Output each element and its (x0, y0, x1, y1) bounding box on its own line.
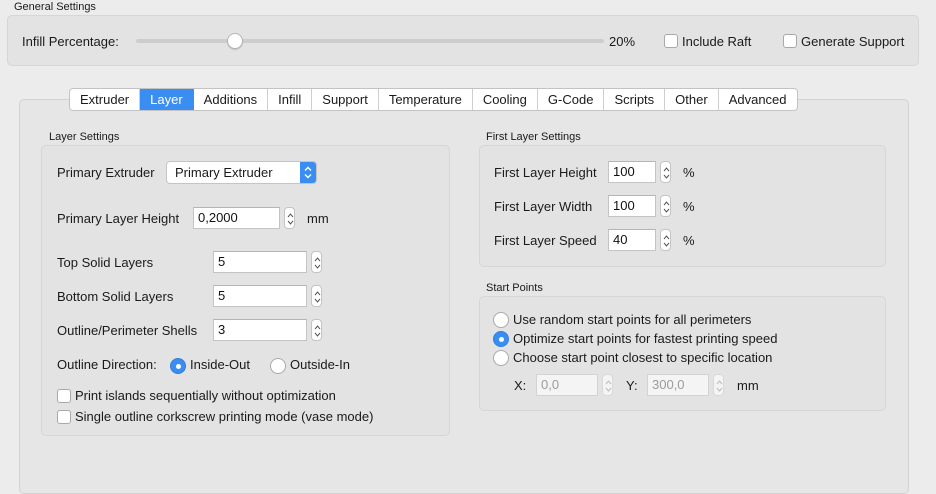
general-settings-title: General Settings (14, 1, 96, 13)
primary-extruder-label: Primary Extruder (57, 165, 155, 180)
tab-bar: Extruder Layer Additions Infill Support … (69, 88, 798, 111)
first-layer-speed-unit: % (683, 233, 695, 248)
bottom-solid-layers-input[interactable]: 5 (213, 285, 307, 307)
primary-layer-height-label: Primary Layer Height (57, 211, 180, 226)
outline-direction-label: Outline Direction: (57, 357, 157, 372)
outside-in-label: Outside-In (290, 357, 350, 372)
x-label: X: (514, 378, 527, 393)
top-solid-layers-input[interactable]: 5 (213, 251, 307, 273)
infill-slider-track[interactable] (136, 39, 604, 43)
top-solid-layers-stepper[interactable] (311, 251, 322, 273)
layer-settings-title: Layer Settings (49, 131, 120, 143)
tab-other[interactable]: Other (665, 89, 719, 110)
tab-gcode[interactable]: G-Code (538, 89, 605, 110)
first-layer-width-label: First Layer Width (494, 199, 593, 214)
tab-infill[interactable]: Infill (268, 89, 313, 110)
inside-out-label: Inside-Out (190, 357, 250, 372)
include-raft-checkbox[interactable] (664, 34, 678, 48)
tab-cooling[interactable]: Cooling (473, 89, 538, 110)
primary-layer-height-stepper[interactable] (284, 207, 295, 229)
infill-percentage-label: Infill Percentage: (22, 34, 119, 49)
closest-start-radio[interactable] (493, 350, 509, 366)
primary-layer-height-unit: mm (307, 211, 329, 226)
primary-extruder-select-value: Primary Extruder (175, 165, 273, 180)
closest-start-label: Choose start point closest to specific l… (513, 350, 773, 365)
first-layer-width-input[interactable]: 100 (608, 195, 656, 217)
tab-additions[interactable]: Additions (194, 89, 269, 110)
first-layer-width-unit: % (683, 199, 695, 214)
random-start-label: Use random start points for all perimete… (513, 312, 752, 327)
y-coordinate-input[interactable]: 300,0 (647, 374, 709, 396)
perimeter-shells-stepper[interactable] (311, 319, 322, 341)
outside-in-radio[interactable] (270, 358, 286, 374)
primary-extruder-select[interactable]: Primary Extruder (166, 161, 317, 184)
x-coordinate-input[interactable]: 0,0 (536, 374, 598, 396)
perimeter-shells-label: Outline/Perimeter Shells (57, 323, 198, 338)
y-label: Y: (626, 378, 638, 393)
bottom-solid-layers-stepper[interactable] (311, 285, 322, 307)
perimeter-shells-input[interactable]: 3 (213, 319, 307, 341)
optimize-start-radio[interactable] (493, 331, 509, 347)
first-layer-height-input[interactable]: 100 (608, 161, 656, 183)
primary-layer-height-input[interactable]: 0,2000 (193, 207, 280, 229)
include-raft-label: Include Raft (682, 34, 752, 49)
x-coordinate-stepper[interactable] (602, 374, 613, 396)
coordinate-unit: mm (737, 378, 759, 393)
first-layer-height-stepper[interactable] (660, 161, 671, 183)
generate-support-label: Generate Support (801, 34, 905, 49)
start-points-title: Start Points (486, 282, 543, 294)
first-layer-width-stepper[interactable] (660, 195, 671, 217)
tab-temperature[interactable]: Temperature (379, 89, 473, 110)
first-layer-height-unit: % (683, 165, 695, 180)
tab-advanced[interactable]: Advanced (719, 89, 797, 110)
tab-extruder[interactable]: Extruder (70, 89, 141, 110)
bottom-solid-layers-label: Bottom Solid Layers (57, 289, 174, 304)
top-solid-layers-label: Top Solid Layers (57, 255, 154, 270)
optimize-start-label: Optimize start points for fastest printi… (513, 331, 778, 346)
first-layer-speed-input[interactable]: 40 (608, 229, 656, 251)
generate-support-checkbox[interactable] (783, 34, 797, 48)
print-islands-checkbox[interactable] (57, 389, 71, 403)
y-coordinate-stepper[interactable] (713, 374, 724, 396)
first-layer-speed-label: First Layer Speed (494, 233, 597, 248)
infill-value: 20% (609, 34, 636, 49)
tab-layer[interactable]: Layer (140, 89, 194, 110)
print-islands-label: Print islands sequentially without optim… (75, 388, 336, 403)
vase-mode-label: Single outline corkscrew printing mode (… (75, 409, 374, 424)
first-layer-settings-title: First Layer Settings (486, 131, 581, 143)
inside-out-radio[interactable] (170, 358, 186, 374)
chevron-updown-icon (300, 162, 316, 183)
first-layer-speed-stepper[interactable] (660, 229, 671, 251)
vase-mode-checkbox[interactable] (57, 410, 71, 424)
first-layer-height-label: First Layer Height (494, 165, 597, 180)
tab-support[interactable]: Support (312, 89, 379, 110)
random-start-radio[interactable] (493, 312, 509, 328)
tab-scripts[interactable]: Scripts (604, 89, 666, 110)
